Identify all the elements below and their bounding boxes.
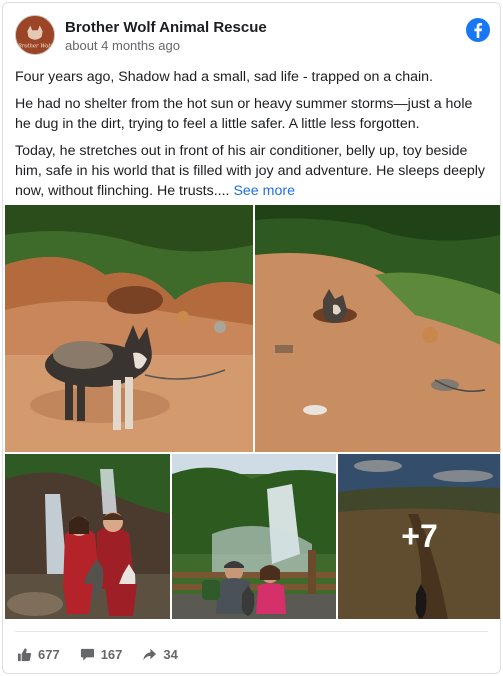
thumbs-up-icon — [17, 647, 32, 661]
page-name[interactable]: Brother Wolf Animal Rescue — [65, 19, 267, 36]
post-header: Brother Wolf Brother Wolf Animal Rescue … — [15, 15, 490, 57]
photo-shadow-chained[interactable] — [5, 205, 253, 452]
photo-couple-bridge[interactable] — [172, 454, 336, 619]
post-paragraph: Four years ago, Shadow had a small, sad … — [15, 69, 433, 85]
post-card: Brother Wolf Brother Wolf Animal Rescue … — [2, 2, 501, 674]
shares-stat[interactable]: 34 — [142, 646, 178, 662]
see-more-link[interactable]: See more — [233, 183, 295, 199]
comments-count: 167 — [100, 646, 123, 662]
likes-stat[interactable]: 677 — [17, 647, 60, 662]
post-body: Four years ago, Shadow had a small, sad … — [15, 67, 491, 208]
post-paragraph: He had no shelter from the hot sun or he… — [15, 96, 473, 132]
comment-icon — [80, 648, 94, 661]
shares-count: 34 — [163, 646, 178, 662]
comments-stat[interactable]: 167 — [80, 646, 123, 662]
share-arrow-icon — [143, 648, 157, 660]
likes-count: 677 — [38, 646, 60, 662]
post-paragraph: Today, he stretches out in front of his … — [15, 141, 491, 201]
post-timestamp[interactable]: about 4 months ago — [65, 38, 180, 53]
photo-trail-more[interactable]: +7 — [338, 454, 500, 619]
page-avatar[interactable]: Brother Wolf — [15, 15, 55, 55]
photo-couple-waterfall[interactable] — [5, 454, 170, 619]
facebook-icon[interactable] — [466, 18, 490, 42]
post-stats: 677 167 34 — [17, 644, 178, 664]
svg-text:Brother Wolf: Brother Wolf — [17, 43, 53, 49]
photo-shadow-hole[interactable] — [255, 205, 500, 452]
avatar-logo: Brother Wolf — [16, 16, 54, 54]
footer-divider — [15, 631, 488, 632]
more-photos-overlay[interactable]: +7 — [338, 454, 500, 619]
